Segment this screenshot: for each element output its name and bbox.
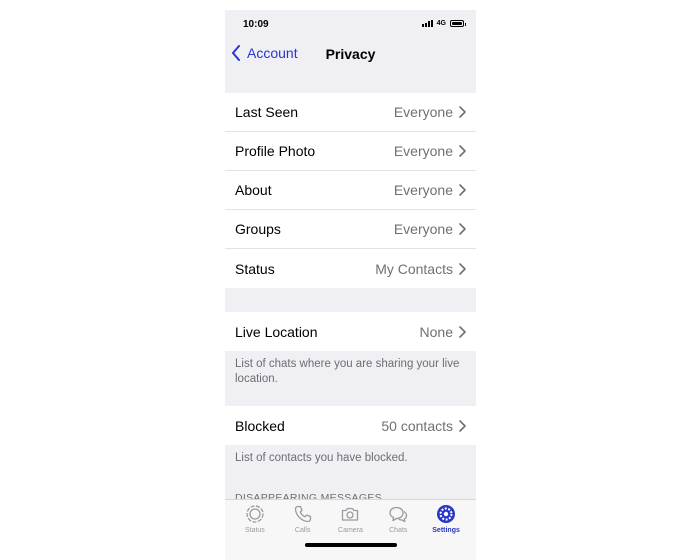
chevron-right-icon [459,145,466,157]
tab-camera[interactable]: Camera [328,504,372,560]
row-blocked[interactable]: Blocked 50 contacts [225,406,476,445]
camera-icon [342,507,359,521]
row-value: Everyone [393,182,453,198]
row-label: Last Seen [235,104,299,120]
row-value-group: None [420,324,466,340]
privacy-settings-list: Last Seen Everyone Profile Photo Everyon… [225,93,476,288]
navigation-bar: Account Privacy [225,40,476,68]
chevron-right-icon [459,262,466,275]
row-value: Everyone [393,104,453,120]
row-value: None [419,323,453,340]
row-value-group: Everyone [394,104,466,120]
row-value: My Contacts [375,260,453,277]
row-value-group: My Contacts [375,261,466,277]
phone-icon [294,505,311,523]
section-gap [225,288,476,312]
row-value-group: Everyone [394,221,466,237]
row-value-group: Everyone [394,143,466,159]
chevron-right-icon [459,106,466,118]
tab-label: Settings [432,527,460,534]
tab-label: Status [244,527,265,534]
tab-settings[interactable]: Settings [424,504,468,560]
tab-label: Calls [294,527,311,534]
settings-icon [437,505,456,523]
row-value: 50 contacts [381,417,453,434]
row-groups[interactable]: Groups Everyone [225,210,476,249]
tab-chats[interactable]: Chats [376,504,420,560]
blocked-section: Blocked 50 contacts [225,406,476,445]
row-label: About [235,182,272,198]
row-value: Everyone [393,221,453,237]
row-live-location[interactable]: Live Location None [225,312,476,351]
live-location-footnote: List of chats where you are sharing your… [235,358,460,385]
battery-icon [450,20,466,27]
chevron-right-icon [459,223,466,235]
blocked-footnote: List of contacts you have blocked. [235,452,408,464]
tab-label: Camera [338,527,363,534]
status-time: 10:09 [243,19,269,30]
tab-status[interactable]: Status [233,504,277,560]
row-label: Groups [235,221,281,237]
phone-screen: 10:09 4G Account Privacy Last Seen Every… [225,10,476,560]
chevron-right-icon [459,184,466,196]
row-label: Blocked [235,417,285,434]
signal-icon [421,20,433,27]
row-label: Profile Photo [235,143,316,159]
row-profile-photo[interactable]: Profile Photo Everyone [225,132,476,171]
row-status[interactable]: Status My Contacts [225,249,476,288]
home-indicator [305,543,397,547]
tab-label: Chats [389,527,408,534]
live-location-footer: List of chats where you are sharing your… [225,351,476,406]
tab-calls[interactable]: Calls [281,504,325,560]
status-bar: 10:09 4G [225,10,476,38]
row-about[interactable]: About Everyone [225,171,476,210]
row-value-group: 50 contacts [381,418,466,434]
chevron-right-icon [459,419,466,432]
chevron-right-icon [459,325,466,338]
status-indicators: 4G [421,20,466,27]
network-type: 4G [436,20,446,27]
chats-icon [389,506,408,523]
row-label: Status [235,260,275,277]
row-value-group: Everyone [394,182,466,198]
status-icon [246,505,264,523]
live-location-section: Live Location None [225,312,476,351]
row-label: Live Location [235,323,318,340]
page-title: Privacy [325,46,376,62]
row-last-seen[interactable]: Last Seen Everyone [225,93,476,132]
row-value: Everyone [393,143,453,159]
tab-bar: Status Calls Camera Chats Settings [225,499,476,560]
